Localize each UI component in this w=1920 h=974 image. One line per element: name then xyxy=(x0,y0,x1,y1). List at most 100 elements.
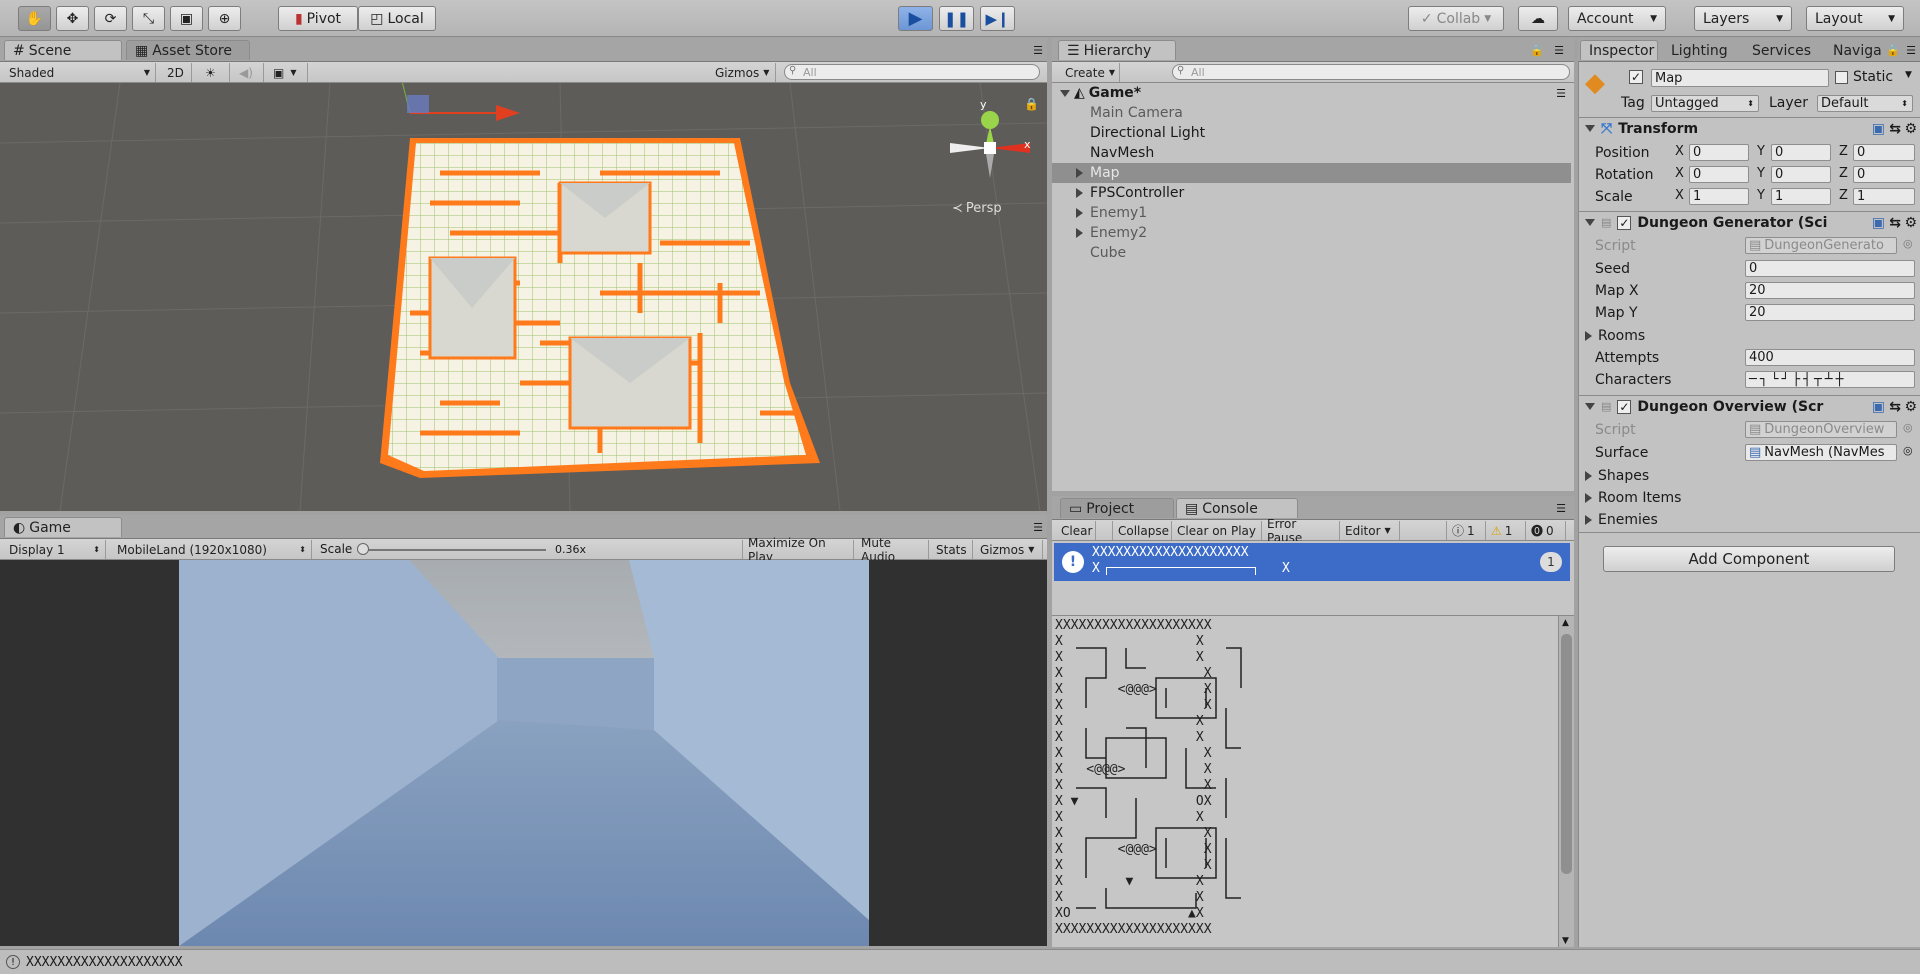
tab-navigation[interactable]: Navigation xyxy=(1824,40,1882,60)
lock-icon[interactable]: 🔒 xyxy=(1886,44,1900,57)
static-checkbox[interactable] xyxy=(1835,71,1848,84)
move-tool-button[interactable]: ✥ xyxy=(56,6,89,31)
scroll-down-icon[interactable]: ▼ xyxy=(1562,936,1569,946)
scale-tool-button[interactable]: ⤡ xyxy=(132,6,165,31)
help-icon[interactable]: ▣ xyxy=(1872,215,1885,231)
layers-dropdown[interactable]: Layers ▼ xyxy=(1694,6,1792,31)
scale-x-field[interactable]: 1 xyxy=(1689,188,1749,205)
warning-filter-toggle[interactable]: ⚠ 1 xyxy=(1486,521,1526,540)
panel-menu-icon[interactable]: ☰ xyxy=(1906,44,1916,57)
position-y-field[interactable]: 0 xyxy=(1771,144,1831,161)
tag-dropdown[interactable]: Untagged ⬍ xyxy=(1651,95,1759,112)
add-component-button[interactable]: Add Component xyxy=(1603,546,1895,572)
lighting-toggle[interactable]: ☀ xyxy=(200,63,230,82)
scene-gizmos-dropdown[interactable]: Gizmos ▼ xyxy=(710,63,776,82)
object-picker-icon[interactable]: ◎ xyxy=(1903,444,1913,457)
status-bar[interactable]: ! XXXXXXXXXXXXXXXXXXXX xyxy=(0,949,1920,974)
scrollbar-thumb[interactable] xyxy=(1561,634,1572,874)
projection-toggle[interactable]: ≺ Persp xyxy=(952,201,1002,216)
panel-menu-icon[interactable]: ☰ xyxy=(1033,44,1043,57)
hierarchy-item[interactable]: NavMesh xyxy=(1052,143,1476,163)
pivot-toggle[interactable]: ▮ Pivot xyxy=(278,6,358,31)
preset-icon[interactable]: ⇆ xyxy=(1889,121,1901,137)
cloud-button[interactable]: ☁ xyxy=(1518,6,1558,31)
clear-button[interactable]: Clear xyxy=(1056,521,1096,540)
display-dropdown[interactable]: Display 1 ⬍ xyxy=(4,540,106,559)
panel-menu-icon[interactable]: ☰ xyxy=(1556,502,1566,515)
gear-icon[interactable]: ⚙ xyxy=(1904,399,1917,415)
layout-dropdown[interactable]: Layout ▼ xyxy=(1806,6,1904,31)
effects-dropdown[interactable]: ▣ ▼ xyxy=(268,63,308,82)
rooms-foldout[interactable]: Rooms xyxy=(1579,325,1861,346)
tab-scene[interactable]: # Scene xyxy=(4,40,122,60)
tab-asset-store[interactable]: ▦ Asset Store xyxy=(126,40,250,60)
position-x-field[interactable]: 0 xyxy=(1689,144,1749,161)
seed-field[interactable]: 0 xyxy=(1745,260,1915,277)
rotation-x-field[interactable]: 0 xyxy=(1689,166,1749,183)
game-gizmos-dropdown[interactable]: Gizmos ▼ xyxy=(975,540,1043,559)
preset-icon[interactable]: ⇆ xyxy=(1889,215,1901,231)
scene-search-input[interactable]: All xyxy=(784,64,1040,80)
shapes-foldout[interactable]: Shapes xyxy=(1579,465,1861,486)
audio-toggle[interactable]: ◀) xyxy=(234,63,264,82)
hierarchy-item[interactable]: Main Camera xyxy=(1052,103,1476,123)
mapx-field[interactable]: 20 xyxy=(1745,282,1915,299)
lock-icon[interactable]: 🔒 xyxy=(1530,44,1544,57)
console-scrollbar[interactable]: ▲ ▼ xyxy=(1558,616,1574,947)
tab-console[interactable]: ▤ Console xyxy=(1176,498,1298,518)
dungeon-overview-header[interactable]: ▤ ✓ Dungeon Overview (Scr ▣ ⇆ ⚙ xyxy=(1579,395,1920,417)
active-checkbox[interactable]: ✓ xyxy=(1629,70,1643,84)
pause-button[interactable]: ❚❚ xyxy=(939,6,974,31)
clear-on-play-toggle[interactable]: Clear on Play xyxy=(1172,521,1262,540)
rect-tool-button[interactable]: ▣ xyxy=(170,6,203,31)
step-button[interactable]: ▶❙ xyxy=(980,6,1015,31)
scene-root[interactable]: ◭ Game* ☰ xyxy=(1052,83,1574,103)
create-dropdown[interactable]: Create ▼ xyxy=(1060,63,1120,82)
scale-z-field[interactable]: 1 xyxy=(1853,188,1915,205)
tab-hierarchy[interactable]: ☰ Hierarchy xyxy=(1058,40,1176,60)
layer-dropdown[interactable]: Default ⬍ xyxy=(1817,95,1913,112)
mapy-field[interactable]: 20 xyxy=(1745,304,1915,321)
preset-icon[interactable]: ⇆ xyxy=(1889,399,1901,415)
error-filter-toggle[interactable]: ⓿0 xyxy=(1526,521,1566,540)
position-z-field[interactable]: 0 xyxy=(1853,144,1915,161)
attempts-field[interactable]: 400 xyxy=(1745,349,1915,366)
lock-icon[interactable]: 🔒 xyxy=(1024,97,1039,111)
help-icon[interactable]: ▣ xyxy=(1872,399,1885,415)
error-pause-toggle[interactable]: Error Pause xyxy=(1262,517,1340,545)
collab-dropdown[interactable]: ✓ Collab ▼ xyxy=(1408,6,1504,31)
scroll-up-icon[interactable]: ▲ xyxy=(1562,618,1569,628)
surface-field[interactable]: ▤ NavMesh (NavMes xyxy=(1745,444,1897,461)
hierarchy-item[interactable]: Directional Light xyxy=(1052,123,1476,143)
gear-icon[interactable]: ⚙ xyxy=(1904,121,1917,137)
scale-slider-handle[interactable] xyxy=(357,543,369,555)
rotation-z-field[interactable]: 0 xyxy=(1853,166,1915,183)
resolution-dropdown[interactable]: MobileLand (1920x1080) ⬍ xyxy=(112,540,312,559)
scene-menu-icon[interactable]: ☰ xyxy=(1556,87,1566,100)
tab-inspector[interactable]: Inspector xyxy=(1580,40,1658,60)
game-viewport[interactable] xyxy=(0,560,1047,946)
hand-tool-button[interactable]: ✋ xyxy=(18,6,51,31)
characters-field[interactable]: ─┐└┘├┤┬┴┼ xyxy=(1745,371,1915,388)
tab-game[interactable]: ◐ Game xyxy=(4,517,122,537)
panel-menu-icon[interactable]: ☰ xyxy=(1033,521,1043,534)
info-filter-toggle[interactable]: ⓘ 1 xyxy=(1446,521,1486,540)
shading-dropdown[interactable]: Shaded ▼ xyxy=(4,63,156,82)
account-dropdown[interactable]: Account ▼ xyxy=(1568,6,1666,31)
editor-dropdown[interactable]: Editor ▼ xyxy=(1340,521,1400,540)
gear-icon[interactable]: ⚙ xyxy=(1904,215,1917,231)
2d-toggle[interactable]: 2D xyxy=(162,63,192,82)
scale-y-field[interactable]: 1 xyxy=(1771,188,1831,205)
transform-header[interactable]: ⤧ Transform ▣ ⇆ ⚙ xyxy=(1579,117,1920,139)
console-entry-selected[interactable]: ! XXXXXXXXXXXXXXXXXXXX X X 1 xyxy=(1054,543,1570,581)
rotate-tool-button[interactable]: ⟳ xyxy=(94,6,127,31)
help-icon[interactable]: ▣ xyxy=(1872,121,1885,137)
local-toggle[interactable]: ◰ Local xyxy=(358,6,436,31)
transform-tool-button[interactable]: ⊕ xyxy=(208,6,241,31)
scene-viewport[interactable]: y x 🔒 ≺ Persp xyxy=(0,83,1047,511)
rotation-y-field[interactable]: 0 xyxy=(1771,166,1831,183)
scale-slider-track[interactable] xyxy=(362,549,546,551)
tab-lighting[interactable]: Lighting xyxy=(1662,40,1740,60)
hierarchy-item[interactable]: Cube xyxy=(1052,243,1476,263)
chevron-down-icon[interactable]: ▼ xyxy=(1905,70,1912,80)
